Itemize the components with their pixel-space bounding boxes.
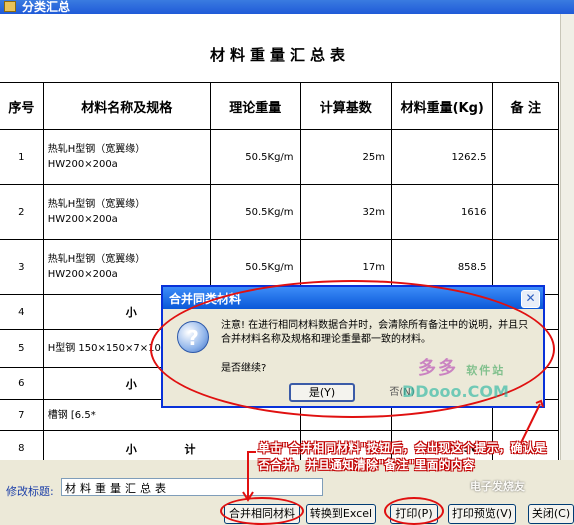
edit-title-input[interactable]: 材料重量汇总表 bbox=[61, 478, 323, 496]
close-icon[interactable]: ✕ bbox=[521, 290, 540, 308]
col-header-theory: 理论重量 bbox=[209, 82, 301, 130]
table-row: 2 热轧H型钢（宽翼缘） HW200×200a 50.5Kg/m 32m 161… bbox=[0, 184, 559, 240]
col-header-base: 计算基数 bbox=[299, 82, 392, 130]
cell-note bbox=[492, 129, 559, 185]
export-excel-button[interactable]: 转换到Excel bbox=[306, 504, 376, 524]
cell-name: 热轧H型钢（宽翼缘） HW200×200a bbox=[42, 129, 211, 185]
cell-theory: 50.5Kg/m bbox=[209, 129, 301, 185]
close-button[interactable]: 关闭(C) bbox=[528, 504, 574, 524]
cell-seq: 3 bbox=[0, 239, 44, 295]
cell-name: 热轧H型钢（宽翼缘） HW200×200a bbox=[42, 184, 211, 240]
col-header-note: 备 注 bbox=[492, 82, 559, 130]
merge-button-highlight-ellipse bbox=[220, 497, 304, 525]
cell-seq: 4 bbox=[0, 294, 44, 330]
col-header-name: 材料名称及规格 bbox=[42, 82, 211, 130]
watermark-brand: 多多 软件站 bbox=[418, 358, 506, 379]
cell-weight: 1262.5 bbox=[390, 129, 494, 185]
app-icon bbox=[4, 1, 16, 12]
cell-seq: 2 bbox=[0, 184, 44, 240]
cell-note bbox=[492, 184, 559, 240]
edit-title-label: 修改标题: bbox=[6, 485, 54, 498]
window-titlebar[interactable]: 分类汇总 bbox=[0, 0, 574, 14]
cell-base: 25m bbox=[299, 129, 392, 185]
annotation-text: 单击"合并相同材料"按钮后，会出现这个提示，确认是否合并，并且通知清除"备注"里… bbox=[258, 441, 547, 472]
cell-theory: 50.5Kg/m bbox=[209, 184, 301, 240]
cell-seq: 6 bbox=[0, 367, 44, 400]
table-row: 1 热轧H型钢（宽翼缘） HW200×200a 50.5Kg/m 25m 126… bbox=[0, 129, 559, 185]
report-title: 材料重量汇总表 bbox=[209, 46, 350, 64]
cell-weight: 1616 bbox=[390, 184, 494, 240]
cell-base: 32m bbox=[299, 184, 392, 240]
cell-seq: 5 bbox=[0, 329, 44, 368]
window-title: 分类汇总 bbox=[22, 0, 71, 14]
col-header-seq: 序号 bbox=[0, 82, 44, 130]
col-header-weight: 材料重量(Kg) bbox=[390, 82, 494, 130]
print-button-highlight-ellipse bbox=[384, 497, 444, 525]
cell-seq: 7 bbox=[0, 399, 44, 431]
vertical-scrollbar[interactable] bbox=[560, 14, 574, 460]
watermark-domain: DDooo.COM bbox=[402, 382, 509, 401]
cell-seq: 1 bbox=[0, 129, 44, 185]
print-preview-button[interactable]: 打印预览(V) bbox=[448, 504, 516, 524]
cell-seq: 8 bbox=[0, 430, 44, 460]
watermark-source: 电子发烧友 bbox=[470, 480, 525, 493]
table-header-row: 序号 材料名称及规格 理论重量 计算基数 材料重量(Kg) 备 注 bbox=[0, 82, 559, 130]
